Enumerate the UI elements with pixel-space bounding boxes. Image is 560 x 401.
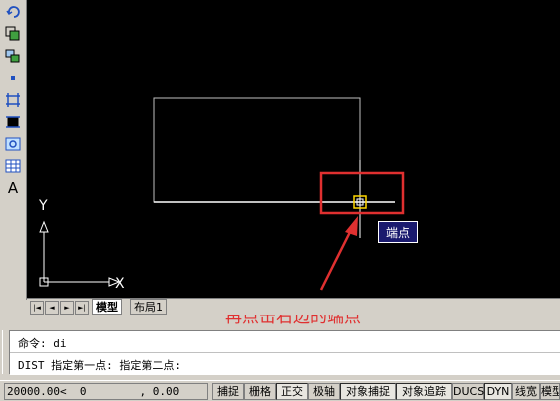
status-bar: 20000.00< 0 , 0.00 捕捉 栅格 正交 极轴 对象捕捉 对象追踪…: [0, 380, 560, 401]
tab-model[interactable]: 模型: [92, 299, 122, 315]
command-window[interactable]: 命令: di DIST 指定第一点: 指定第二点:: [10, 330, 560, 375]
drawing-geometry: X Y: [38, 97, 405, 292]
command-divider: [10, 352, 560, 353]
ducs-toggle[interactable]: DUCS: [452, 383, 484, 400]
drawing-canvas[interactable]: X Y 端点: [27, 0, 560, 298]
last-tab-button[interactable]: ►|: [75, 301, 89, 315]
point-icon[interactable]: [3, 69, 23, 87]
snap-toggle[interactable]: 捕捉: [212, 383, 244, 400]
first-tab-button[interactable]: |◄: [30, 301, 44, 315]
model-toggle[interactable]: 模型: [540, 383, 560, 400]
prev-tab-button[interactable]: ◄: [45, 301, 59, 315]
scale-icon[interactable]: [3, 25, 23, 43]
otrack-toggle[interactable]: 对象追踪: [396, 383, 452, 400]
zoom-icon[interactable]: [3, 135, 23, 153]
osnap-toggle[interactable]: 对象捕捉: [340, 383, 396, 400]
grid-toggle[interactable]: 栅格: [244, 383, 276, 400]
extend-icon[interactable]: [3, 113, 23, 131]
next-tab-button[interactable]: ►: [60, 301, 74, 315]
text-icon[interactable]: A: [3, 179, 23, 197]
tab-layout1[interactable]: 布局1: [130, 299, 167, 315]
polar-toggle[interactable]: 极轴: [308, 383, 340, 400]
copy-icon[interactable]: [3, 47, 23, 65]
command-prompt-line: DIST 指定第一点: 指定第二点:: [18, 359, 181, 372]
highlight-box: [319, 171, 405, 215]
lineweight-toggle[interactable]: 线宽: [512, 383, 540, 400]
drawn-rectangle: [153, 97, 361, 203]
modify-toolbar: A: [0, 0, 27, 300]
trim-icon[interactable]: [3, 91, 23, 109]
coordinate-readout[interactable]: 20000.00< 0 , 0.00: [4, 383, 208, 400]
table-icon[interactable]: [3, 157, 23, 175]
command-history-line: 命令: di: [18, 337, 67, 350]
ucs-y-label: Y: [38, 198, 48, 214]
layout-tab-bar: |◄ ◄ ► ►| 模型 布局1: [27, 298, 560, 315]
snap-tooltip: 端点: [378, 221, 418, 243]
annotation-arrowhead: [345, 216, 358, 236]
ortho-toggle[interactable]: 正交: [276, 383, 308, 400]
rotate-icon[interactable]: [3, 3, 23, 21]
annotation-arrow: [319, 227, 354, 291]
ucs-x-label: X: [115, 276, 125, 292]
dyn-toggle[interactable]: DYN: [484, 383, 512, 400]
ucs-y-arrow: [39, 220, 49, 233]
command-window-grip[interactable]: [2, 330, 10, 374]
